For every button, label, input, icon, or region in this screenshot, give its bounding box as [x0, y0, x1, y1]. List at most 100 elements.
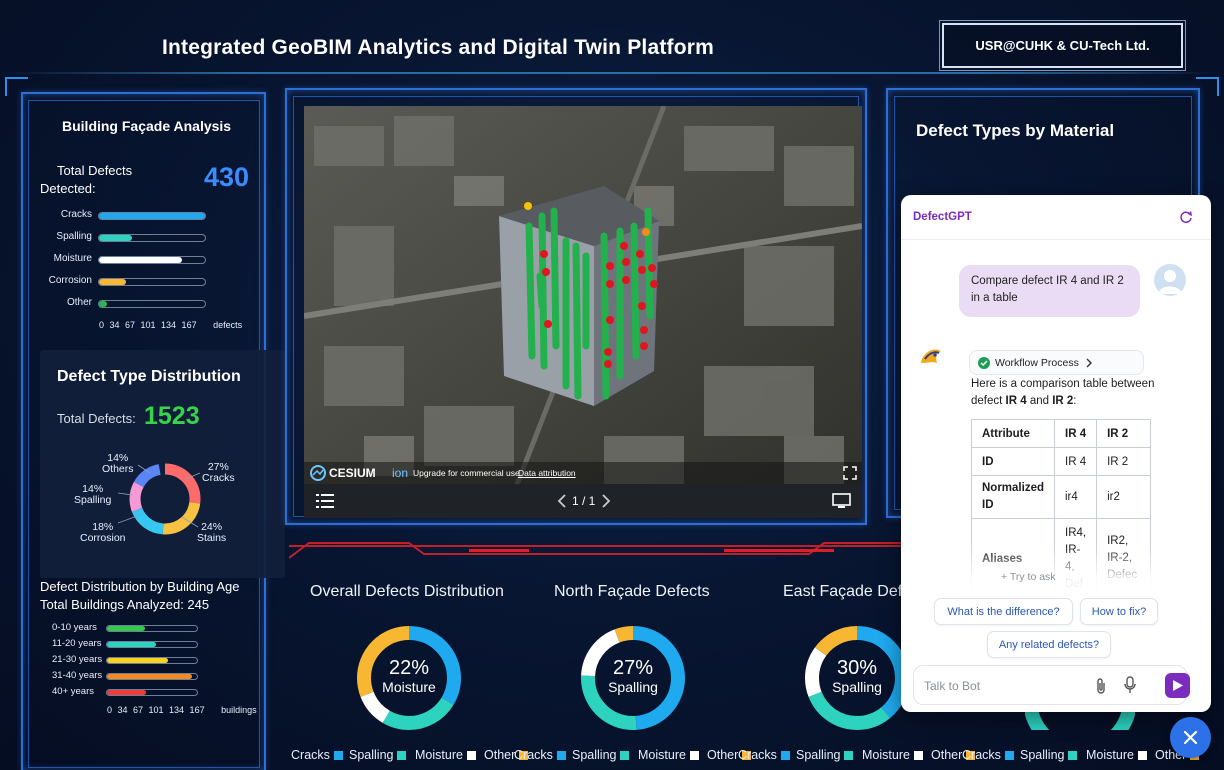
next-page-icon[interactable]: [600, 493, 612, 509]
table-row: Normalized ID ir4 ir2: [971, 475, 1152, 519]
bot-avatar-icon: [914, 342, 946, 374]
suggestion-related-defects[interactable]: Any related defects?: [987, 631, 1111, 658]
user-message-bubble: Compare defect IR 4 and IR 2 in a table: [959, 265, 1140, 317]
bar-label: Corrosion: [48, 275, 92, 286]
age-distribution-title: Defect Distribution by Building Age Total…: [40, 578, 239, 614]
overall-center-label: Moisture: [382, 679, 436, 695]
legend-label: Cracks: [514, 748, 553, 762]
close-chat-button[interactable]: [1170, 717, 1211, 758]
try-to-ask-label: + Try to ask: [1001, 571, 1056, 583]
bar-fill: [99, 301, 107, 307]
legend-item: Cracks: [514, 748, 572, 762]
bar-fill: [99, 257, 182, 263]
east-center-pct: 30%: [837, 657, 877, 679]
bar-fill: [99, 279, 126, 285]
age-bar-fill: [107, 690, 146, 695]
city-scene: [304, 106, 862, 518]
bot-text-ir2: IR 2: [1052, 395, 1074, 407]
legend-item: Moisture: [638, 748, 705, 762]
bar-label: Cracks: [60, 209, 92, 220]
bar-track: [98, 300, 206, 308]
bar-label: Other: [66, 297, 92, 308]
workflow-label: Workflow Process: [995, 356, 1079, 369]
legend-label: Spalling: [796, 748, 841, 762]
north-center-pct: 27%: [613, 657, 653, 679]
refresh-icon[interactable]: [1179, 210, 1193, 224]
bar-track: [98, 212, 206, 220]
age-subtitle-text: Total Buildings Analyzed: 245: [40, 597, 210, 612]
legend-label: Other: [484, 748, 516, 762]
close-icon: [1183, 730, 1198, 745]
donut-overall: 22% Moisture: [357, 626, 461, 730]
facade-bar-other: Other: [30, 296, 210, 312]
age-label: 31-40 years: [52, 670, 103, 681]
page-title: Integrated GeoBIM Analytics and Digital …: [162, 36, 714, 59]
chat-input[interactable]: [924, 676, 1084, 696]
east-center-label: Spalling: [832, 679, 882, 695]
age-label: 0-10 years: [52, 622, 97, 633]
data-attribution-link[interactable]: Data attribution: [518, 468, 576, 478]
list-menu-icon[interactable]: [316, 493, 334, 509]
attach-icon[interactable]: [1094, 677, 1108, 695]
legend-label: Cracks: [291, 748, 330, 762]
age-title-text: Defect Distribution by Building Age: [40, 579, 240, 594]
age-bar-track: [106, 689, 198, 696]
bottom-panel-accent: [289, 542, 939, 559]
legend-swatch: [620, 751, 630, 760]
chevron-right-icon: [1086, 358, 1092, 367]
cesium-3d-viewer[interactable]: [304, 106, 862, 518]
page-indicator: 1 / 1: [572, 494, 596, 508]
cesium-logo-icon: [310, 465, 326, 481]
bar-fill: [99, 235, 132, 241]
age-bar-row: 31-40 years: [52, 670, 222, 684]
total-defects-label: Total Defects Detected:: [40, 163, 133, 196]
bot-text-end: :: [1073, 395, 1077, 407]
viewer-toolbar: 1 / 1: [304, 484, 862, 518]
legend-swatch: [689, 751, 699, 760]
age-bar-row: 0-10 years: [52, 622, 222, 636]
age-bar-row: 11-20 years: [52, 638, 222, 652]
legend-label: Other: [707, 748, 739, 762]
distribution-title: Defect Type Distribution: [57, 368, 241, 385]
table-header-row: Attribute IR 4 IR 2: [971, 419, 1152, 448]
facade-bar-corrosion: Corrosion: [30, 274, 210, 290]
legend-item: Spalling: [796, 748, 859, 762]
legend-swatch: [844, 751, 854, 760]
workflow-process-toggle[interactable]: Workflow Process: [969, 350, 1144, 375]
age-bar-row: 21-30 years: [52, 654, 222, 668]
pie-leader-lines: [117, 464, 201, 528]
fullscreen-icon[interactable]: [842, 465, 858, 481]
table-cell: IR 4: [1053, 447, 1098, 476]
legend-item: Cracks: [291, 748, 349, 762]
north-center-label: Spalling: [608, 679, 658, 695]
material-panel-title: Defect Types by Material: [916, 121, 1115, 140]
legend-label: Cracks: [962, 748, 1001, 762]
display-icon[interactable]: [832, 493, 852, 509]
suggestion-how-to-fix[interactable]: How to fix?: [1080, 598, 1158, 625]
legend-item: Cracks: [738, 748, 796, 762]
suggestion-difference[interactable]: What is the difference?: [934, 598, 1073, 625]
distribution-total-value: 1523: [144, 402, 200, 430]
send-button[interactable]: [1165, 673, 1190, 698]
table-row: ID IR 4 IR 2: [971, 447, 1152, 476]
prev-page-icon[interactable]: [556, 493, 568, 509]
legend-swatch: [913, 751, 923, 760]
legend-swatch: [333, 751, 343, 760]
age-bar-track: [106, 657, 198, 664]
donut-east: 30% Spalling: [805, 626, 909, 730]
bar-fill: [99, 213, 205, 219]
upgrade-text: Upgrade for commercial use.: [413, 468, 523, 478]
age-bar-fill: [107, 626, 145, 631]
legend-swatch: [1137, 751, 1147, 760]
legend-label: Other: [931, 748, 963, 762]
overall-center-pct: 22%: [389, 657, 429, 679]
age-axis: 0 34 67 101 134 167 buildings: [107, 705, 257, 715]
bar-label: Spalling: [56, 231, 92, 242]
bar-track: [98, 234, 206, 242]
donut-title-overall: Overall Defects Distribution: [310, 583, 504, 600]
microphone-icon[interactable]: [1123, 676, 1137, 694]
legend-item: Moisture: [1086, 748, 1153, 762]
bot-text-and: and: [1026, 395, 1053, 407]
legend-label: Spalling: [349, 748, 394, 762]
age-bar-track: [106, 673, 198, 680]
